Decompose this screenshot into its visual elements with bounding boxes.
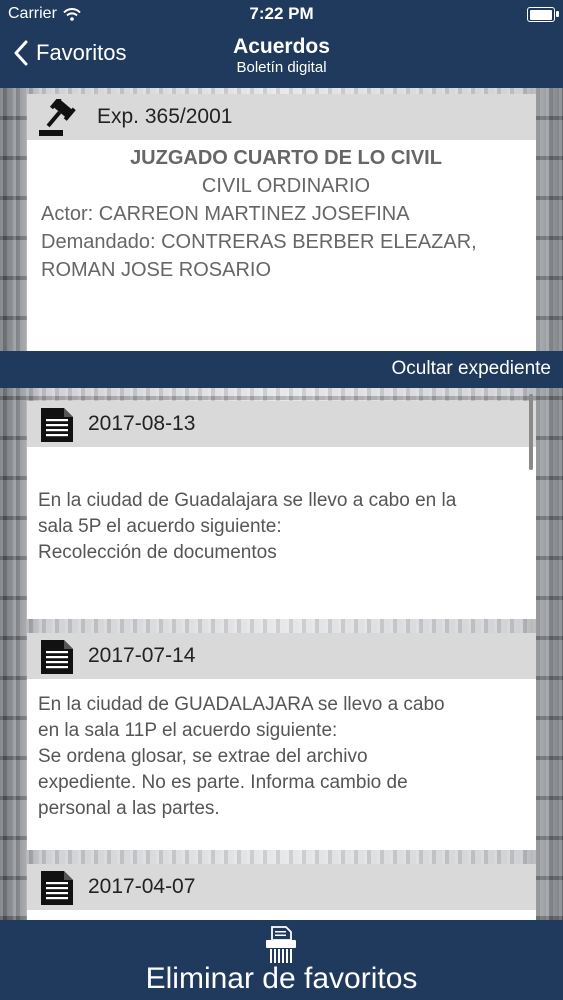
acuerdo-text: En la ciudad de GUADALAJARA se llevo a c… — [38, 692, 528, 822]
acuerdo-text-line: expediente. No es parte. Informa cambio … — [38, 772, 408, 793]
hide-expediente-button[interactable]: Ocultar expediente — [392, 358, 552, 380]
delete-favorite-label: Eliminar de favoritos — [145, 962, 418, 995]
acuerdo-card[interactable]: 2017-08-13 En la ciudad de Guadalajara s… — [27, 401, 536, 619]
expediente-card: Exp. 365/2001 JUZGADO CUARTO DE LO CIVIL… — [27, 94, 536, 351]
acuerdo-date: 2017-08-13 — [88, 412, 196, 435]
acuerdo-date: 2017-07-14 — [88, 644, 196, 667]
court-name: JUZGADO CUARTO DE LO CIVIL — [130, 147, 442, 169]
acuerdo-text-line: en la sala 11P el acuerdo siguiente: — [38, 720, 338, 741]
document-icon — [41, 640, 73, 674]
acuerdo-header: 2017-07-14 — [27, 633, 536, 679]
expediente-number: Exp. 365/2001 — [97, 105, 233, 128]
gavel-icon — [39, 99, 76, 136]
acuerdo-header: 2017-08-13 — [27, 401, 536, 447]
acuerdo-text-line: Se ordena glosar, se extrae del archivo — [38, 746, 368, 767]
delete-favorite-button[interactable]: Eliminar de favoritos — [0, 920, 563, 1000]
page-title: Acuerdos — [233, 35, 330, 58]
expediente-details: JUZGADO CUARTO DE LO CIVIL CIVIL ORDINAR… — [41, 144, 531, 284]
acuerdo-card[interactable]: 2017-04-07 — [27, 864, 536, 920]
actor-line: Actor: CARREON MARTINEZ JOSEFINA — [41, 203, 410, 225]
page-subtitle: Boletín digital — [236, 59, 327, 76]
document-icon — [41, 871, 73, 905]
acuerdo-text-line: Recolección de documentos — [38, 542, 277, 563]
defendant-line-2: ROMAN JOSE ROSARIO — [41, 259, 272, 281]
acuerdo-header: 2017-04-07 — [27, 864, 536, 910]
acuerdo-text-line: En la ciudad de Guadalajara se llevo a c… — [38, 490, 457, 511]
acuerdo-card[interactable]: 2017-07-14 En la ciudad de GUADALAJARA s… — [27, 633, 536, 850]
acuerdo-text-line: sala 5P el acuerdo siguiente: — [38, 516, 282, 537]
expediente-header: Exp. 365/2001 — [27, 94, 536, 140]
defendant-line-1: Demandado: CONTRERAS BERBER ELEAZAR, — [41, 231, 477, 253]
status-time: 7:22 PM — [249, 4, 314, 23]
document-icon — [41, 408, 73, 442]
case-type: CIVIL ORDINARIO — [201, 175, 371, 197]
acuerdo-text-line: En la ciudad de GUADALAJARA se llevo a c… — [38, 694, 445, 715]
battery-icon — [527, 7, 559, 22]
acuerdo-text: En la ciudad de Guadalajara se llevo a c… — [38, 488, 528, 566]
nav-title-group: Acuerdos Boletín digital — [0, 35, 563, 77]
shredder-icon — [266, 926, 296, 963]
hide-expediente-bar: Ocultar expediente — [0, 351, 563, 388]
acuerdo-text-line: personal a las partes. — [38, 798, 220, 819]
navigation-bar: Carrier 7:22 PM Favoritos Acuerdos Bolet… — [0, 0, 563, 88]
acuerdo-date: 2017-04-07 — [88, 875, 196, 898]
scrollbar[interactable] — [529, 394, 533, 470]
status-bar: Carrier 7:22 PM — [0, 0, 563, 28]
